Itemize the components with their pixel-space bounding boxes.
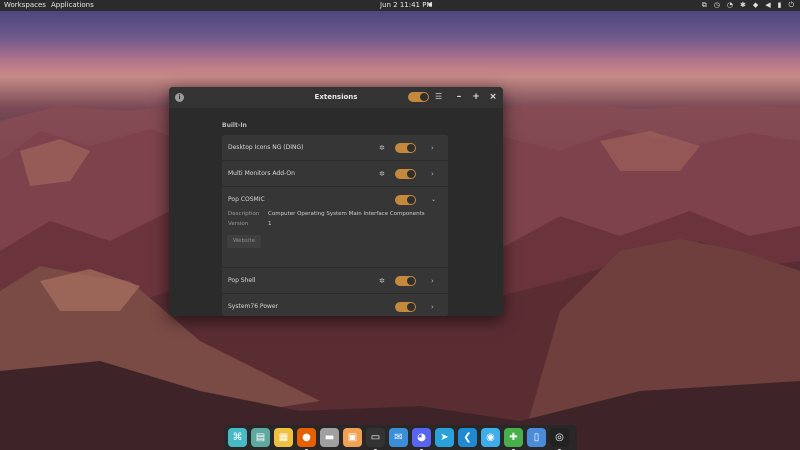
chevron-right-icon[interactable]: ›: [431, 294, 434, 316]
dock-item-mailspring[interactable]: ✉: [389, 428, 408, 447]
shop-icon: ▣: [347, 432, 358, 443]
extensions-list: Desktop Icons NG (DING) ✲ › Multi Monito…: [222, 135, 448, 316]
dock-item-cosmic-launcher[interactable]: ⌘: [228, 428, 247, 447]
extension-name: Desktop Icons NG (DING): [228, 144, 304, 151]
extensions-window: i Extensions ☰ – + × Built-In Desktop Ic…: [169, 87, 503, 316]
extension-toggle[interactable]: [395, 302, 416, 312]
app-grid-icon: ▦: [278, 432, 289, 443]
extensions-content: Built-In Desktop Icons NG (DING) ✲ › Mul…: [169, 108, 503, 316]
battery-icon[interactable]: ▮: [778, 0, 782, 11]
dock-item-telegram[interactable]: ➤: [435, 428, 454, 447]
obs-icon: ◎: [555, 432, 564, 443]
dock: ⌘ ▤ ▦ ● ▬ ▣ ▭ ✉ ◕ ➤ ❮ ◉ ✚ ▯ ◎: [224, 425, 577, 450]
timeshift-icon: ◉: [486, 432, 495, 443]
description-value: Computer Operating System Main Interface…: [268, 211, 425, 217]
media-icon[interactable]: ⧉: [702, 0, 707, 11]
extension-name: Multi Monitors Add-On: [228, 170, 295, 177]
section-title: Built-In: [222, 122, 247, 129]
website-button[interactable]: Website: [227, 235, 261, 248]
extension-toggle[interactable]: [395, 195, 416, 205]
applications-button[interactable]: Applications: [51, 0, 94, 11]
extension-name: System76 Power: [228, 303, 279, 310]
telegram-icon: ➤: [440, 432, 449, 443]
settings-gear-icon[interactable]: ✲: [379, 170, 385, 178]
clock[interactable]: Jun 2 11:41 PM: [380, 0, 433, 11]
description-label: Description: [228, 211, 260, 217]
dock-item-files[interactable]: ▬: [320, 428, 339, 447]
chevron-right-icon[interactable]: ›: [431, 161, 434, 187]
workspaces-icon: ▤: [255, 432, 266, 443]
dock-item-applications[interactable]: ▦: [274, 428, 293, 447]
notification-dot-icon: ●: [428, 2, 433, 8]
maximize-icon[interactable]: +: [470, 91, 482, 103]
minimize-icon[interactable]: –: [453, 91, 465, 103]
extension-row-pop-shell[interactable]: Pop Shell ✲ ›: [222, 268, 448, 294]
extension-row-system76-power[interactable]: System76 Power ›: [222, 294, 448, 316]
dock-item-extensions[interactable]: ✚: [504, 428, 523, 450]
extension-toggle[interactable]: [395, 276, 416, 286]
vscode-icon: ❮: [463, 432, 472, 443]
extension-toggle[interactable]: [395, 143, 416, 153]
mail-icon: ✉: [394, 432, 403, 443]
extension-name: Pop Shell: [228, 277, 256, 284]
version-value: 1: [268, 221, 272, 227]
version-label: Version: [228, 221, 249, 227]
dock-item-pop-shop[interactable]: ▣: [343, 428, 362, 447]
global-extensions-toggle[interactable]: [408, 92, 429, 102]
network-icon[interactable]: ◆: [753, 0, 758, 11]
close-icon[interactable]: ×: [487, 91, 499, 103]
dock-item-workspaces[interactable]: ▤: [251, 428, 270, 447]
extension-details: Description Computer Operating System Ma…: [222, 211, 448, 268]
firefox-icon: ●: [302, 432, 311, 443]
dock-item-text-editor[interactable]: ▯: [527, 428, 546, 447]
chevron-right-icon[interactable]: ›: [431, 135, 434, 161]
power-icon[interactable]: ⏻: [788, 0, 794, 11]
chevron-down-icon[interactable]: ⌄: [431, 187, 436, 213]
notifications-icon[interactable]: ◔: [727, 0, 733, 11]
document-icon: ▯: [533, 432, 540, 443]
extension-toggle[interactable]: [395, 169, 416, 179]
volume-icon[interactable]: ◀: [765, 0, 770, 11]
timer-icon[interactable]: ◷: [714, 0, 720, 11]
system-tray: ⧉ ◷ ◔ ✱ ◆ ◀ ▮ ⏻: [702, 0, 794, 11]
dock-item-discord[interactable]: ◕: [412, 428, 431, 450]
dock-item-obs[interactable]: ◎: [550, 428, 569, 450]
bluetooth-icon[interactable]: ✱: [740, 0, 746, 11]
dock-item-vscode[interactable]: ❮: [458, 428, 477, 447]
main-menu-icon[interactable]: ☰: [435, 91, 442, 103]
extension-row-multi-monitors[interactable]: Multi Monitors Add-On ✲ ›: [222, 161, 448, 187]
dock-item-terminal[interactable]: ▭: [366, 428, 385, 450]
about-icon[interactable]: i: [175, 93, 184, 102]
workspaces-button[interactable]: Workspaces: [4, 0, 46, 11]
apps-launcher-icon: ⌘: [232, 432, 243, 443]
extension-row-pop-cosmic[interactable]: Pop COSMIC ⌄: [222, 187, 448, 213]
settings-gear-icon[interactable]: ✲: [379, 144, 385, 152]
top-panel: Workspaces Applications Jun 2 11:41 PM ●…: [0, 0, 800, 11]
terminal-icon: ▭: [370, 432, 381, 443]
settings-gear-icon[interactable]: ✲: [379, 277, 385, 285]
extension-name: Pop COSMIC: [228, 196, 265, 203]
dock-item-firefox[interactable]: ●: [297, 428, 316, 450]
chevron-right-icon[interactable]: ›: [431, 268, 434, 294]
window-headerbar[interactable]: i Extensions ☰ – + ×: [169, 87, 503, 108]
puzzle-icon: ✚: [509, 432, 518, 443]
discord-icon: ◕: [417, 432, 426, 443]
files-icon: ▬: [324, 432, 335, 443]
dock-item-timeshift[interactable]: ◉: [481, 428, 500, 447]
extension-row-desktop-icons[interactable]: Desktop Icons NG (DING) ✲ ›: [222, 135, 448, 161]
